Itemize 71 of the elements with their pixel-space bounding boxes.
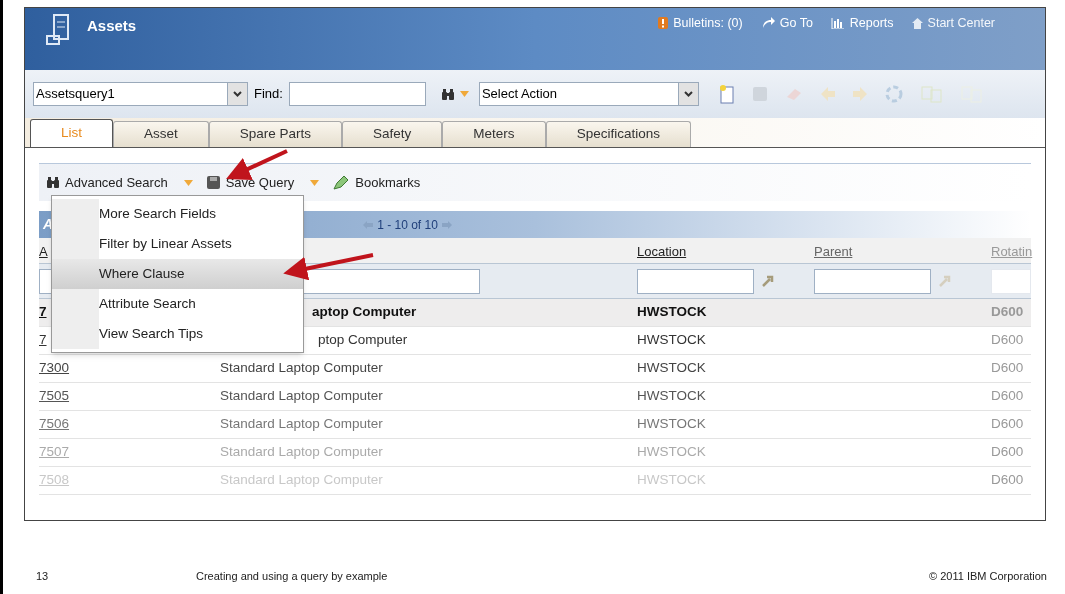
caret-icon[interactable] bbox=[310, 179, 320, 186]
description-cell: aptop Computer bbox=[312, 304, 417, 320]
description-cell: Standard Laptop Computer bbox=[220, 360, 383, 376]
description-cell: Standard Laptop Computer bbox=[220, 444, 383, 460]
location-cell: HWSTOCK bbox=[637, 360, 706, 376]
rotating-cell: D600 bbox=[991, 472, 1024, 488]
menu-item[interactable]: Attribute Search bbox=[52, 289, 303, 319]
caret-icon[interactable] bbox=[459, 91, 469, 97]
rotating-cell: D600 bbox=[991, 304, 1024, 320]
caret-icon[interactable] bbox=[183, 179, 193, 186]
slide-number: 13 bbox=[36, 568, 50, 584]
location-cell: HWSTOCK bbox=[637, 304, 707, 320]
bar-chart-icon bbox=[830, 17, 845, 29]
tab[interactable]: Specifications bbox=[545, 121, 691, 147]
right-arrow-icon[interactable] bbox=[852, 87, 867, 101]
action-select[interactable]: Select Action bbox=[478, 82, 699, 106]
description-cell: Standard Laptop Computer bbox=[220, 416, 383, 432]
location-cell: HWSTOCK bbox=[637, 332, 706, 348]
chevron-down-icon bbox=[233, 91, 242, 97]
rotating-cell: D600 bbox=[991, 388, 1024, 404]
column-header[interactable]: A bbox=[39, 243, 48, 259]
asset-link[interactable]: 7300 bbox=[39, 360, 70, 376]
tab[interactable]: Spare Parts bbox=[208, 121, 343, 147]
rotating-cell: D600 bbox=[991, 444, 1024, 460]
asset-link[interactable]: 7 bbox=[39, 304, 47, 320]
toolbar-button[interactable]: Bookmarks bbox=[355, 172, 421, 193]
tab[interactable]: Asset bbox=[113, 121, 209, 147]
description-cell: ptop Computer bbox=[318, 332, 408, 348]
lookup-arrow-icon[interactable] bbox=[939, 275, 951, 287]
copyright-text: © 2011 IBM Corporation bbox=[929, 568, 1047, 584]
tab[interactable]: Safety bbox=[342, 121, 443, 147]
chevron-down-icon bbox=[683, 91, 693, 97]
description-cell: Standard Laptop Computer bbox=[220, 388, 383, 404]
menu-item[interactable]: View Search Tips bbox=[52, 319, 303, 349]
menu-item[interactable]: Where Clause bbox=[52, 259, 303, 289]
alert-icon bbox=[658, 17, 669, 30]
column-header[interactable]: Location bbox=[637, 243, 687, 259]
curved-arrow-icon bbox=[760, 17, 775, 30]
new-page-icon[interactable] bbox=[718, 84, 735, 104]
asset-link[interactable]: 7 bbox=[39, 332, 47, 348]
annotation-arrow bbox=[226, 149, 288, 180]
filter-field[interactable] bbox=[637, 268, 754, 294]
menu-item[interactable]: Filter by Linear Assets bbox=[52, 229, 303, 259]
home-icon bbox=[911, 17, 923, 29]
refresh-icon[interactable] bbox=[884, 85, 903, 103]
rotating-cell: D600 bbox=[991, 360, 1024, 376]
location-cell: HWSTOCK bbox=[637, 388, 706, 404]
pager-text: 1 - 10 of 10 bbox=[377, 216, 438, 234]
asset-link[interactable]: 7506 bbox=[39, 416, 70, 432]
tab[interactable]: Meters bbox=[442, 121, 546, 147]
rotating-cell: D600 bbox=[991, 332, 1024, 348]
asset-link[interactable]: 7505 bbox=[39, 388, 70, 404]
binoculars-icon bbox=[441, 88, 454, 100]
rotating-cell: D600 bbox=[991, 416, 1024, 432]
find-field[interactable] bbox=[288, 82, 426, 106]
slide-title: Creating and using a query by example bbox=[196, 568, 388, 584]
lookup-arrow-icon[interactable] bbox=[762, 275, 774, 287]
app-title: Assets bbox=[87, 16, 137, 36]
left-arrow-icon[interactable] bbox=[820, 87, 835, 101]
tag-icon bbox=[333, 175, 350, 190]
query-select[interactable]: Assetsquery1 bbox=[33, 82, 248, 106]
column-header[interactable]: Parent bbox=[814, 243, 853, 259]
binoculars-icon bbox=[47, 177, 59, 188]
duplicate-icon[interactable] bbox=[920, 85, 943, 103]
find-label: Find: bbox=[254, 85, 283, 104]
filter-field[interactable] bbox=[814, 268, 931, 294]
toolbar-button[interactable]: Advanced Search bbox=[65, 172, 168, 193]
menu-item[interactable]: More Search Fields bbox=[52, 199, 303, 229]
location-cell: HWSTOCK bbox=[637, 444, 706, 460]
next-arrow-icon[interactable] bbox=[441, 220, 452, 229]
location-cell: HWSTOCK bbox=[637, 416, 706, 432]
